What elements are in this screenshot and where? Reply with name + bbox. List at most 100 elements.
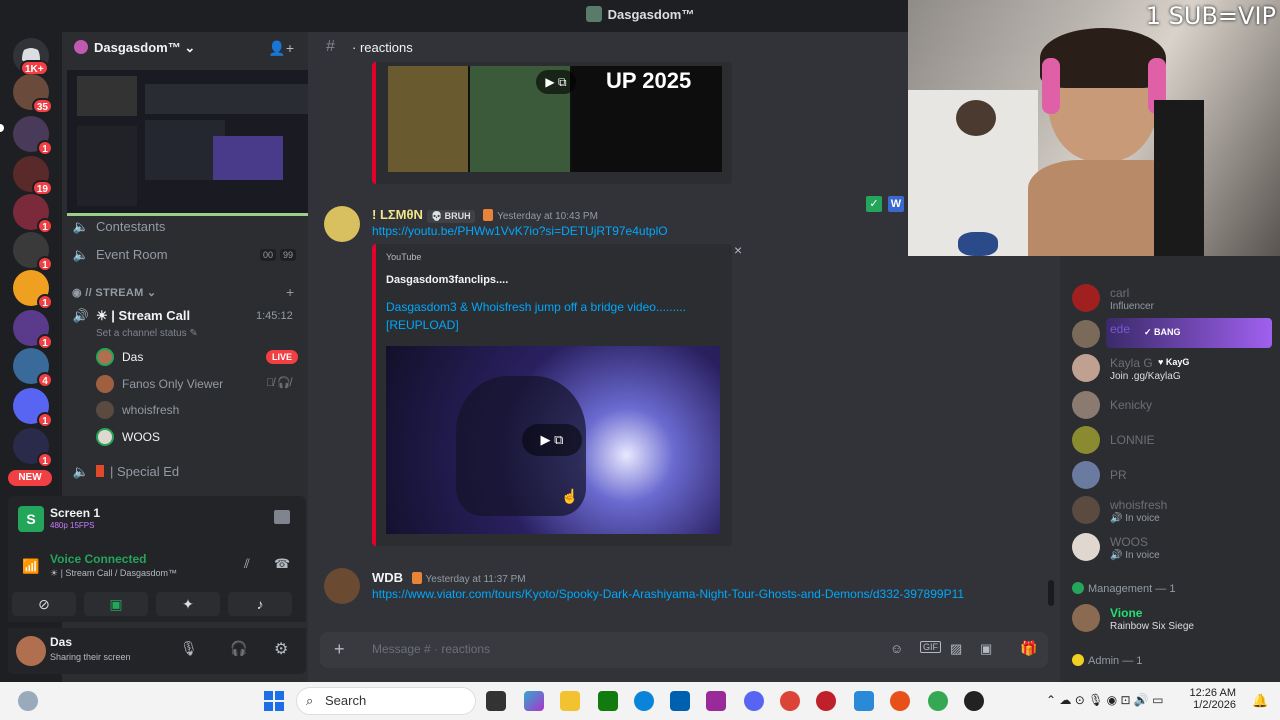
app-icon[interactable] xyxy=(706,691,726,711)
invite-icon[interactable]: 👤+ xyxy=(268,40,294,57)
w-reaction-icon[interactable]: W xyxy=(888,196,904,212)
microphone-icon[interactable]: 🎙 xyxy=(180,640,198,657)
server-icon-7[interactable]: 1 xyxy=(13,310,53,350)
activities-button[interactable]: ✦ xyxy=(156,592,220,616)
message-input[interactable]: Message # · reactions xyxy=(372,642,490,656)
signal-icon[interactable]: 📶 xyxy=(22,558,39,575)
member-item[interactable]: whoisfresh 🔊 In voice xyxy=(1072,496,1272,526)
message-link[interactable]: https://www.viator.com/tours/Kyoto/Spook… xyxy=(372,587,964,601)
plus-icon[interactable]: + xyxy=(334,639,345,660)
media-player-icon[interactable] xyxy=(964,691,984,711)
file-explorer-icon[interactable] xyxy=(560,691,580,711)
server-icon-5[interactable]: 1 xyxy=(13,232,53,272)
check-reaction-icon[interactable]: ✓ xyxy=(866,196,882,212)
store-icon[interactable] xyxy=(670,691,690,711)
close-icon[interactable]: × xyxy=(734,242,742,258)
server-icon-8[interactable]: 4 xyxy=(13,348,53,388)
server-icon-3[interactable]: 19 xyxy=(13,156,53,196)
server-icon-2[interactable]: 1 xyxy=(13,116,53,156)
play-icon[interactable]: ▶ ⧉ xyxy=(522,424,582,456)
gift-icon[interactable]: 🎁 xyxy=(1020,640,1037,657)
notification-icon[interactable]: 🔔 xyxy=(1252,693,1268,709)
server-icon-1[interactable]: 35 xyxy=(13,74,53,114)
chrome-icon[interactable] xyxy=(780,691,800,711)
widgets-icon[interactable] xyxy=(18,691,38,711)
channel-event-room[interactable]: 🔈 Event Room 00 99 xyxy=(72,243,302,267)
role-icon xyxy=(1072,654,1084,666)
channel-special-ed[interactable]: 🔈 | Special Ed xyxy=(72,460,302,484)
gif-icon[interactable]: GIF xyxy=(920,641,941,653)
server-icon-9[interactable]: 1 xyxy=(13,388,53,428)
muted-icon: 🎙̸ 🎧̸ xyxy=(266,377,292,389)
share-screen-button[interactable]: ▣ xyxy=(84,592,148,616)
member-item[interactable]: Kayla G ♥ KayG Join .gg/KaylaG xyxy=(1072,354,1272,384)
add-channel-icon[interactable]: + xyxy=(286,284,294,300)
server-icon-10[interactable]: 1 xyxy=(13,428,53,468)
notepad-icon[interactable] xyxy=(854,691,874,711)
server-header[interactable]: Dasgasdom™ ⌄ 👤+ xyxy=(62,32,308,64)
avatar[interactable] xyxy=(324,568,360,604)
app-logo-icon xyxy=(585,6,602,22)
gear-icon[interactable]: ⚙ xyxy=(274,639,288,659)
cursor-icon: ☝ xyxy=(561,488,579,504)
voice-user-woos[interactable]: WOOS xyxy=(96,426,160,448)
task-view-icon[interactable] xyxy=(486,691,506,711)
server-icon-4[interactable]: 1 xyxy=(13,194,53,234)
start-icon[interactable] xyxy=(264,691,284,711)
play-icon[interactable]: ▶ ⧉ xyxy=(536,70,576,94)
voice-channel-icon: 🔈 xyxy=(72,219,90,234)
voice-user-whoisfresh[interactable]: whoisfresh xyxy=(96,399,179,421)
edge-icon[interactable] xyxy=(634,691,654,711)
server-icon-6[interactable]: 1 xyxy=(13,270,53,310)
avatar xyxy=(1072,533,1100,561)
sun-icon: ☀ xyxy=(50,568,61,578)
soundboard-button[interactable]: ♪ xyxy=(228,592,292,616)
avatar[interactable] xyxy=(324,206,360,242)
member-item[interactable]: LONNIE xyxy=(1072,426,1272,456)
message-header: ! LΣMθN 💀 BRUH Yesterday at 10:43 PM xyxy=(372,207,598,223)
headphones-icon[interactable]: 🎧 xyxy=(230,640,247,657)
search-box[interactable]: ⌕ Search xyxy=(296,687,476,715)
xbox-icon[interactable] xyxy=(598,691,618,711)
app-icon[interactable] xyxy=(890,691,910,711)
message-composer[interactable]: + Message # · reactions ☺ GIF ▨ ▣ 🎁 xyxy=(320,632,1048,668)
sticker-icon[interactable]: ▨ xyxy=(950,641,962,657)
member-item[interactable]: Vione Rainbow Six Siege xyxy=(1072,604,1272,634)
disconnect-icon[interactable]: ☎ xyxy=(274,556,290,572)
member-item[interactable]: carl Influencer xyxy=(1072,284,1272,314)
message-link[interactable]: https://youtu.be/PHWw1VvK7io?si=DETUjRT9… xyxy=(372,224,668,238)
emoji-icon[interactable]: ☺ xyxy=(890,641,903,656)
embed-thumbnail[interactable]: UP 2025 ▶ ⧉ xyxy=(388,66,722,172)
avatar[interactable] xyxy=(16,636,46,666)
copilot-icon[interactable] xyxy=(524,691,544,711)
video-thumbnail[interactable]: ▶ ⧉ xyxy=(386,346,720,534)
discord-taskbar-icon[interactable] xyxy=(744,691,764,711)
member-item[interactable]: PR xyxy=(1072,461,1272,491)
tray-icons[interactable]: ⌃ ☁ ⊙ 🎙 ◉ ⊡ 🔊 ▭ xyxy=(1046,693,1164,707)
category-icon: ◉ xyxy=(72,287,86,299)
member-item[interactable]: WOOS 🔊 In voice xyxy=(1072,533,1272,563)
scrollbar[interactable] xyxy=(1048,580,1054,606)
avatar xyxy=(96,348,114,366)
channel-status[interactable]: Set a channel status ✎ xyxy=(96,328,198,339)
chat-header: # · reactions xyxy=(326,38,413,55)
channel-contestants[interactable]: 🔈 Contestants xyxy=(72,215,302,239)
role-icon xyxy=(1072,582,1084,594)
role-tag: 💀 BRUH xyxy=(426,210,475,223)
stop-stream-icon[interactable] xyxy=(274,510,290,524)
chevron-down-icon: ⌄ xyxy=(184,40,196,55)
member-item[interactable]: Kenicky xyxy=(1072,391,1272,421)
channel-stream-call[interactable]: 🔊 ☀ | Stream Call 1:45:12 xyxy=(72,304,302,328)
app-icon[interactable] xyxy=(816,691,836,711)
camera-off-button[interactable]: ⊘ xyxy=(12,592,76,616)
screen-share-preview[interactable] xyxy=(67,70,333,216)
voice-user-das[interactable]: Das xyxy=(96,346,143,368)
member-item[interactable]: ede ✓ BANG xyxy=(1072,320,1272,350)
pencil-icon: ✎ xyxy=(189,328,198,339)
clock[interactable]: 12:26 AM 1/2/2026 xyxy=(1184,687,1236,711)
chrome-icon[interactable] xyxy=(928,691,948,711)
noise-suppression-icon[interactable]: ⫽ xyxy=(244,556,250,572)
image-icon[interactable]: ▣ xyxy=(980,641,992,657)
category-stream[interactable]: ◉ // STREAM ⌄ xyxy=(72,286,156,299)
voice-user-fanos[interactable]: Fanos Only Viewer xyxy=(96,373,223,395)
